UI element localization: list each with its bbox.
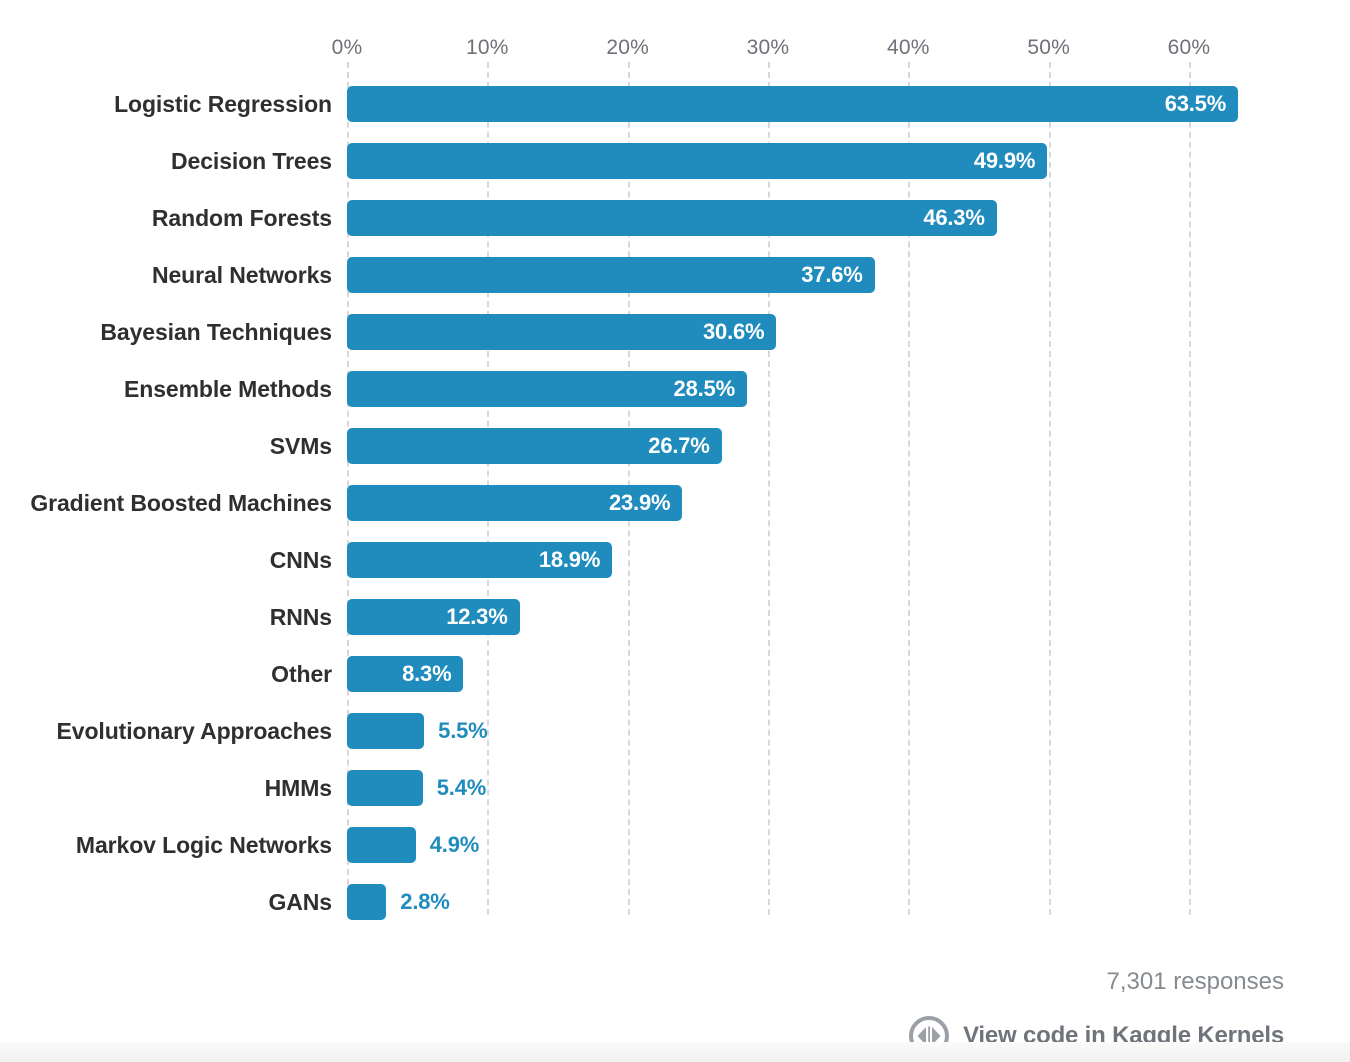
category-label: Evolutionary Approaches [56,718,333,744]
bar-row: Ensemble Methods 28.5% [0,371,1350,407]
bar-value-label: 28.5% [673,376,736,401]
category-label: HMMs [264,775,332,801]
bar-row: RNNs 12.3% [0,599,1350,635]
category-label: GANs [268,889,332,915]
bar[interactable]: 49.9% [347,143,1048,179]
bar-value-label: 4.9% [429,832,480,857]
bar-value-label: 8.3% [402,661,452,686]
bar[interactable]: 26.7% [347,428,722,464]
bar[interactable]: 46.3% [347,200,997,236]
category-label: RNNs [269,604,332,630]
bar-row: HMMs 5.4% [0,770,1350,806]
bar-value-label: 49.9% [973,148,1036,173]
bar-row: Bayesian Techniques 30.6% [0,314,1350,350]
bar[interactable]: 18.9% [347,542,613,578]
bar-row: SVMs 26.7% [0,428,1350,464]
bar-value-label: 23.9% [608,490,671,515]
category-label: Markov Logic Networks [75,832,332,858]
plot-area: 0% 10% 20% 30% 40% 50% 60% Logistic Regression… [0,0,1350,940]
bottom-strip [0,1042,1350,1062]
bar-row: Other 8.3% [0,656,1350,692]
bar-row: CNNs 18.9% [0,542,1350,578]
category-label: CNNs [269,547,332,573]
bar-value-label: 12.3% [446,604,508,629]
bar-row: GANs 2.8% [0,884,1350,920]
bar-row: Gradient Boosted Machines 23.9% [0,485,1350,521]
bar[interactable]: 63.5% [347,86,1239,122]
bar[interactable] [347,827,416,863]
bar-value-label: 26.7% [648,433,710,458]
bar-row: Decision Trees 49.9% [0,143,1350,179]
bar-value-label: 46.3% [923,205,985,230]
category-label: Bayesian Techniques [100,319,332,345]
x-tick-label: 40% [886,36,930,59]
category-label: SVMs [269,433,332,459]
category-label: Ensemble Methods [124,376,332,402]
chart-footer: 7,301 responses View code in Kaggle Kern… [0,940,1350,1056]
bar[interactable]: 37.6% [347,257,875,293]
bar[interactable] [347,713,425,749]
x-tick-label: 30% [746,36,790,59]
x-tick-label: 20% [606,36,649,59]
category-label: Random Forests [151,205,332,231]
bar-value-label: 5.4% [436,775,487,800]
category-label: Neural Networks [151,262,332,288]
bar-value-label: 30.6% [703,319,765,344]
bar[interactable]: 28.5% [347,371,747,407]
bar-row: Random Forests 46.3% [0,200,1350,236]
bar[interactable]: 30.6% [347,314,777,350]
bar-row: Evolutionary Approaches 5.5% [0,713,1350,749]
bar[interactable]: 8.3% [347,656,464,692]
bar-row: Logistic Regression 63.5% [0,86,1350,122]
category-label: Other [271,661,332,687]
bar-value-label: 18.9% [538,547,601,572]
x-tick-label: 50% [1027,36,1070,59]
bar[interactable]: 23.9% [347,485,683,521]
bar-value-label: 5.5% [438,718,488,743]
bar-value-label: 37.6% [801,262,863,287]
category-label: Gradient Boosted Machines [30,490,332,516]
bar[interactable]: 12.3% [347,599,520,635]
responses-count: 7,301 responses [1106,968,1284,995]
bar-row: Markov Logic Networks 4.9% [0,827,1350,863]
x-tick-label: 0% [331,36,363,59]
bar-value-label: 2.8% [400,889,450,914]
bar-chart: 0% 10% 20% 30% 40% 50% 60% Logistic Regression… [0,0,1350,1062]
x-tick-label: 10% [466,36,509,59]
bar-value-label: 63.5% [1164,91,1227,116]
category-label: Logistic Regression [114,91,332,117]
bar-row: Neural Networks 37.6% [0,257,1350,293]
category-label: Decision Trees [171,148,332,174]
bar[interactable] [347,770,423,806]
x-tick-label: 60% [1167,36,1211,59]
bar[interactable] [347,884,387,920]
